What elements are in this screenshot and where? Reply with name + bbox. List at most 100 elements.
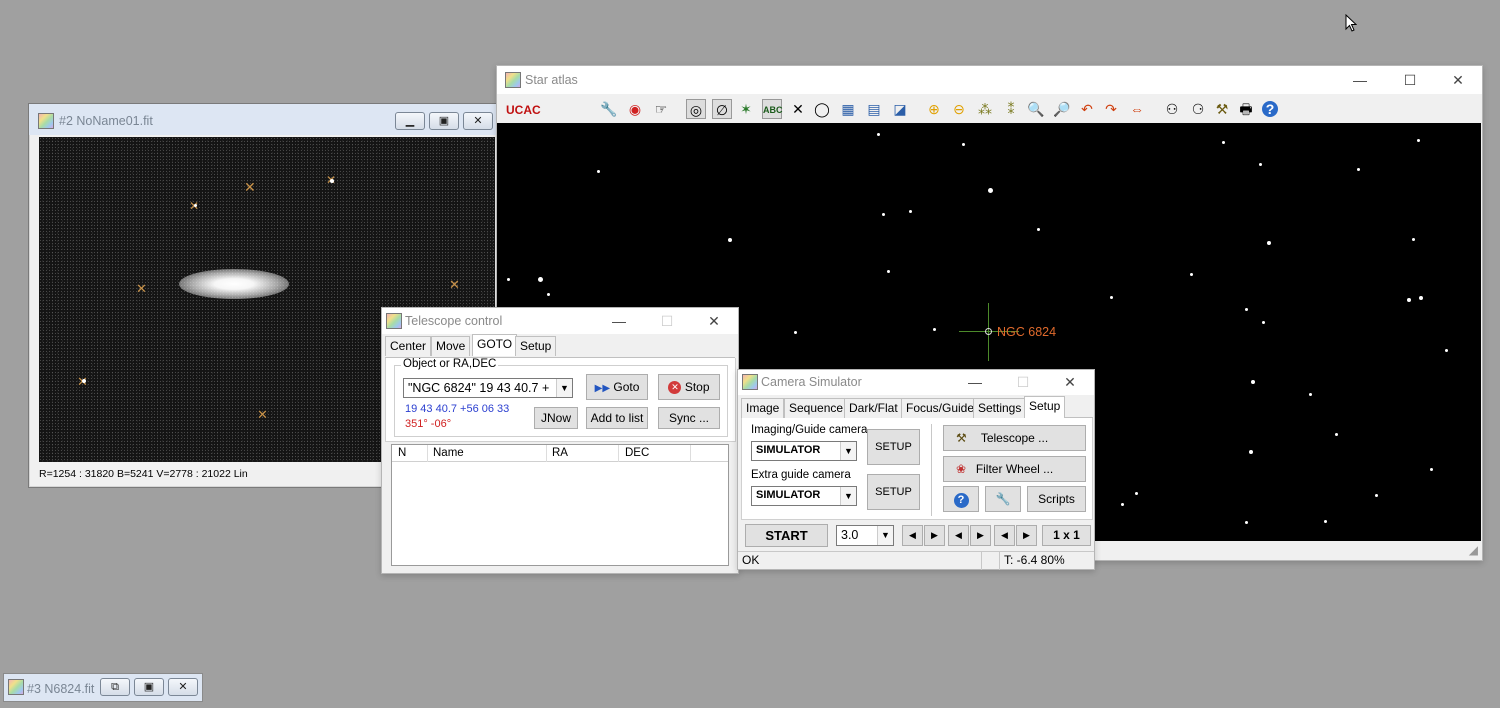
magnitude-plus-icon[interactable]: ⊕ — [924, 99, 944, 119]
stars-more-icon[interactable]: ⁂ — [975, 99, 995, 119]
scripts-button[interactable]: Scripts — [1027, 486, 1086, 512]
star-atlas-titlebar[interactable]: Star atlas — ☐ ✕ — [497, 66, 1482, 94]
extra-setup-button[interactable]: SETUP — [867, 474, 920, 510]
catalog-label[interactable]: UCAC — [506, 103, 541, 117]
goto-button[interactable]: ▶▶ Goto — [586, 374, 648, 400]
tab-setup[interactable]: Setup — [515, 336, 557, 356]
telescope-icon[interactable]: ⚒ — [1212, 99, 1232, 119]
resize-grip-icon[interactable]: ◢ — [1469, 543, 1478, 557]
target-circle — [985, 328, 992, 335]
pointer-hand-icon[interactable]: ☞ — [651, 99, 671, 119]
restore-button[interactable]: ▣ — [429, 112, 459, 130]
column-dec[interactable]: DEC — [625, 445, 691, 462]
tab-focus-guide[interactable]: Focus/Guide — [901, 398, 980, 418]
tab-settings[interactable]: Settings — [973, 398, 1027, 418]
step-left-button[interactable]: ◀ — [902, 525, 923, 546]
filter-wheel-button[interactable]: ❀ Filter Wheel ... — [943, 456, 1086, 482]
minimized-window[interactable]: #3 N6824.fit ⧉ ▣ ✕ — [3, 673, 203, 702]
settings-wrench-icon[interactable]: 🔧 — [599, 99, 619, 119]
zoom-out-icon[interactable]: 🔎 — [1052, 99, 1072, 119]
zoom-in-icon[interactable]: 🔍 — [1026, 99, 1046, 119]
chevron-down-icon[interactable]: ▼ — [556, 379, 572, 397]
stop-icon: ✕ — [668, 381, 682, 395]
tab-sequence[interactable]: Sequence — [784, 398, 849, 418]
close-button[interactable]: ✕ — [1435, 66, 1481, 94]
jnow-button[interactable]: JNow — [534, 407, 578, 429]
milky-way-icon[interactable]: ∅ — [712, 99, 732, 119]
minimize-button[interactable]: — — [1337, 66, 1383, 94]
chevron-down-icon[interactable]: ▼ — [840, 442, 856, 460]
star-marker: ✕ — [257, 407, 268, 422]
stop-button[interactable]: ✕ Stop — [658, 374, 720, 400]
help-button[interactable]: ? — [943, 486, 979, 512]
galaxy-toggle-icon[interactable]: ◎ — [686, 99, 706, 119]
gauge-icon[interactable]: ◉ — [625, 99, 645, 119]
camera-titlebar[interactable]: Camera Simulator — ☐ ✕ — [738, 370, 1094, 395]
maximize-button[interactable]: ☐ — [1000, 370, 1046, 395]
telescope-titlebar[interactable]: Telescope control — ☐ ✕ — [382, 308, 738, 334]
horizon-icon[interactable]: ▤ — [864, 99, 884, 119]
chart-star — [877, 133, 880, 136]
magnitude-minus-icon[interactable]: ⊖ — [949, 99, 969, 119]
object-combo[interactable]: "NGC 6824" 19 43 40.7 + ▼ — [403, 378, 573, 398]
minimize-button[interactable]: — — [596, 308, 642, 334]
start-button[interactable]: START — [745, 524, 828, 547]
maximize-button[interactable]: ▣ — [134, 678, 164, 696]
minimize-button[interactable]: — — [952, 370, 998, 395]
circle-icon[interactable]: ◯ — [812, 99, 832, 119]
sync-button[interactable]: Sync ... — [658, 407, 720, 429]
step-right-button[interactable]: ▶ — [924, 525, 945, 546]
labels-abc-icon[interactable]: ABC — [762, 99, 783, 119]
crosshair-icon[interactable]: ✕ — [788, 99, 808, 119]
object-list[interactable]: N Name RA DEC — [391, 444, 729, 566]
minimize-button[interactable]: ▁ — [395, 112, 425, 130]
close-button[interactable]: ✕ — [463, 112, 493, 130]
app-icon — [386, 313, 402, 329]
imaging-setup-button[interactable]: SETUP — [867, 429, 920, 465]
step-right-button[interactable]: ▶ — [1016, 525, 1037, 546]
target-label[interactable]: NGC 6824 — [997, 325, 1056, 339]
chart-star — [962, 143, 965, 146]
tab-move[interactable]: Move — [431, 336, 471, 356]
stars-less-icon[interactable]: ⁑ — [1001, 99, 1021, 119]
help-icon[interactable]: ? — [1262, 101, 1278, 117]
chevron-down-icon[interactable]: ▼ — [877, 526, 893, 545]
tools-button[interactable]: 🔧 — [985, 486, 1021, 512]
step-right-button[interactable]: ▶ — [970, 525, 991, 546]
object-group: Object or RA,DEC "NGC 6824" 19 43 40.7 +… — [394, 358, 728, 437]
print-icon[interactable]: 🖶 — [1236, 99, 1256, 119]
column-n[interactable]: N — [398, 445, 428, 462]
image-window-titlebar[interactable]: #2 NoName01.fit ▁ ▣ ✕ — [29, 104, 497, 135]
flip-icon[interactable]: ⇔ — [1127, 99, 1147, 119]
step-left-button[interactable]: ◀ — [994, 525, 1015, 546]
tab-image[interactable]: Image — [741, 398, 785, 418]
maximize-button[interactable]: ☐ — [1387, 66, 1433, 94]
tab-center[interactable]: Center — [385, 336, 432, 356]
close-button[interactable]: ✕ — [168, 678, 198, 696]
search-objects-icon[interactable]: ⚇ — [1162, 99, 1182, 119]
maximize-button[interactable]: ☐ — [644, 308, 690, 334]
step-left-button[interactable]: ◀ — [948, 525, 969, 546]
chevron-down-icon[interactable]: ▼ — [840, 487, 856, 505]
constellation-icon[interactable]: ✶ — [736, 99, 756, 119]
exposure-select[interactable]: 3.0 ▼ — [836, 525, 894, 546]
add-to-list-button[interactable]: Add to list — [586, 407, 648, 429]
rotate-left-icon[interactable]: ↶ — [1077, 99, 1097, 119]
ground-icon[interactable]: ◪ — [890, 99, 910, 119]
close-button[interactable]: ✕ — [691, 308, 737, 334]
mouse-cursor-icon — [1345, 14, 1357, 32]
binning-button[interactable]: 1 x 1 — [1042, 525, 1091, 546]
restore-button[interactable]: ⧉ — [100, 678, 130, 696]
close-button[interactable]: ✕ — [1047, 370, 1093, 395]
extra-camera-select[interactable]: SIMULATOR ▼ — [751, 486, 857, 506]
tab-setup[interactable]: Setup — [1024, 396, 1066, 418]
rotate-right-icon[interactable]: ↷ — [1101, 99, 1121, 119]
imaging-camera-select[interactable]: SIMULATOR ▼ — [751, 441, 857, 461]
grid-icon[interactable]: ▦ — [838, 99, 858, 119]
add-objects-icon[interactable]: ⚆ — [1188, 99, 1208, 119]
column-ra[interactable]: RA — [552, 445, 619, 462]
tab-dark-flat[interactable]: Dark/Flat — [844, 398, 903, 418]
column-name[interactable]: Name — [433, 445, 547, 462]
telescope-button[interactable]: ⚒ Telescope ... — [943, 425, 1086, 451]
tab-goto[interactable]: GOTO — [472, 334, 518, 356]
